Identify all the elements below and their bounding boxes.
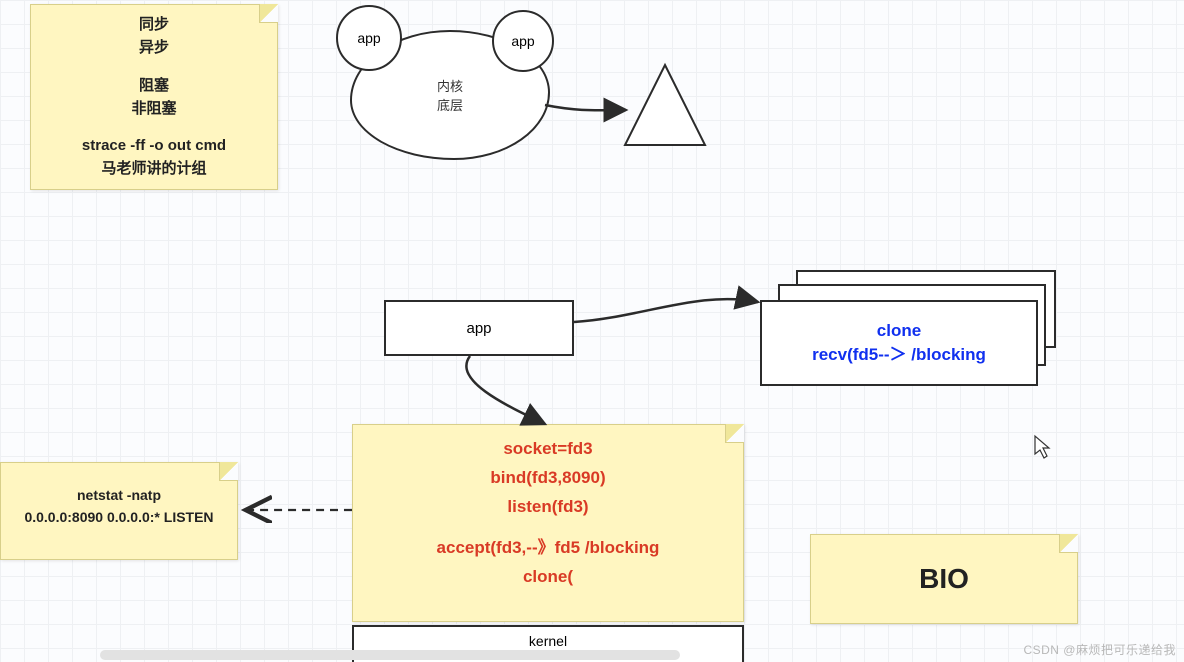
app-box: app	[384, 300, 574, 356]
text: clone	[812, 319, 986, 343]
app-circle-1: app	[336, 5, 402, 71]
note-syscalls: socket=fd3 bind(fd3,8090) listen(fd3) ac…	[352, 424, 744, 622]
text: app	[357, 30, 380, 46]
note-netstat: netstat -natp 0.0.0.0:8090 0.0.0.0:* LIS…	[0, 462, 238, 560]
text: 非阻塞	[43, 97, 265, 120]
note-concepts: 同步 异步 阻塞 非阻塞 strace -ff -o out cmd 马老师讲的…	[30, 4, 278, 190]
text: 异步	[43, 36, 265, 59]
text: 马老师讲的计组	[43, 157, 265, 180]
text: kernel	[529, 633, 567, 649]
clone-stack: clone recv(fd5--＞ /blocking	[760, 270, 1060, 388]
horizontal-scrollbar[interactable]	[100, 650, 680, 660]
text: 内核	[437, 76, 463, 95]
text: app	[511, 33, 534, 49]
text: netstat -natp	[13, 485, 225, 507]
text: clone(	[365, 563, 731, 592]
diagram-canvas: 同步 异步 阻塞 非阻塞 strace -ff -o out cmd 马老师讲的…	[0, 0, 1184, 662]
note-bio: BIO	[810, 534, 1078, 624]
text: accept(fd3,--》fd5 /blocking	[365, 534, 731, 563]
text: 0.0.0.0:8090 0.0.0.0:* LISTEN	[13, 507, 225, 529]
text: strace -ff -o out cmd	[43, 134, 265, 157]
watermark: CSDN @麻烦把可乐递给我	[1023, 641, 1176, 658]
text: 阻塞	[43, 74, 265, 97]
text: recv(fd5--＞ /blocking	[812, 343, 986, 367]
text: BIO	[919, 563, 969, 594]
text: bind(fd3,8090)	[365, 464, 731, 493]
text: 底层	[437, 95, 463, 114]
text: 同步	[43, 13, 265, 36]
text: socket=fd3	[365, 435, 731, 464]
app-circle-2: app	[492, 10, 554, 72]
text: app	[466, 320, 491, 337]
text: listen(fd3)	[365, 493, 731, 522]
